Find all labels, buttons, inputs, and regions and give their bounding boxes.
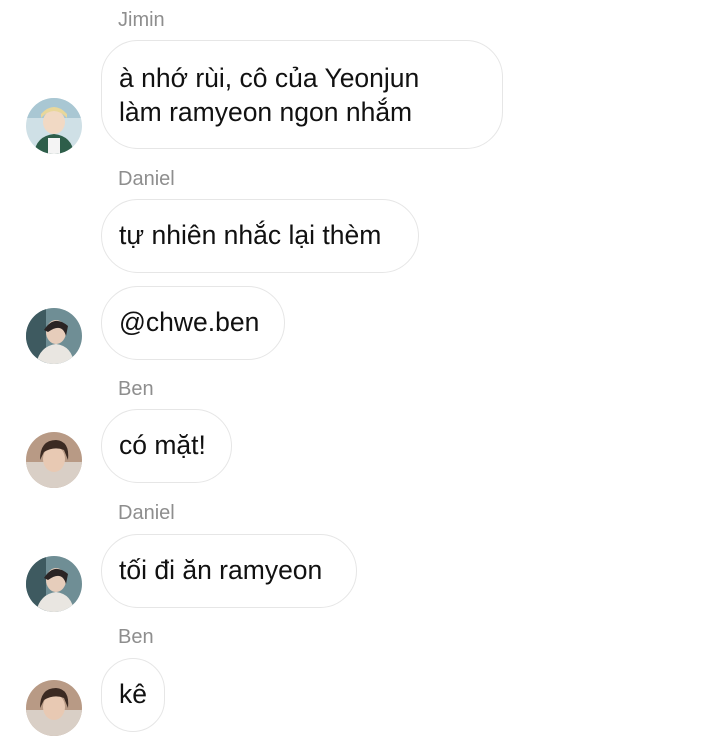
- message-bubble[interactable]: có mặt!: [101, 409, 232, 483]
- sender-name-jimin: Jimin: [118, 9, 165, 31]
- message-text: tối đi ăn ramyeon: [119, 555, 323, 585]
- sender-name-daniel: Daniel: [118, 168, 175, 190]
- message-bubble[interactable]: à nhớ rùi, cô của Yeonjun làm ramyeon ng…: [101, 40, 503, 149]
- message-text: à nhớ rùi, cô của Yeonjun: [119, 63, 420, 93]
- message-text: làm ramyeon ngon nhắm: [119, 97, 413, 127]
- message-text: có mặt!: [119, 430, 206, 460]
- daniel-avatar[interactable]: [26, 308, 82, 364]
- sender-name-ben: Ben: [118, 626, 154, 648]
- message-text: tự nhiên nhắc lại thèm: [119, 220, 382, 250]
- sender-name-daniel: Daniel: [118, 502, 175, 524]
- message-text: kê: [119, 679, 147, 709]
- message-bubble[interactable]: tối đi ăn ramyeon: [101, 534, 357, 608]
- jimin-avatar[interactable]: [26, 98, 82, 154]
- ben-avatar[interactable]: [26, 680, 82, 736]
- message-bubble[interactable]: tự nhiên nhắc lại thèm: [101, 199, 419, 273]
- sender-name-ben: Ben: [118, 378, 154, 400]
- mention-text[interactable]: @chwe.ben: [119, 305, 267, 339]
- daniel-avatar[interactable]: [26, 556, 82, 612]
- message-bubble[interactable]: @chwe.ben: [101, 286, 285, 360]
- ben-avatar[interactable]: [26, 432, 82, 488]
- message-bubble[interactable]: kê: [101, 658, 165, 732]
